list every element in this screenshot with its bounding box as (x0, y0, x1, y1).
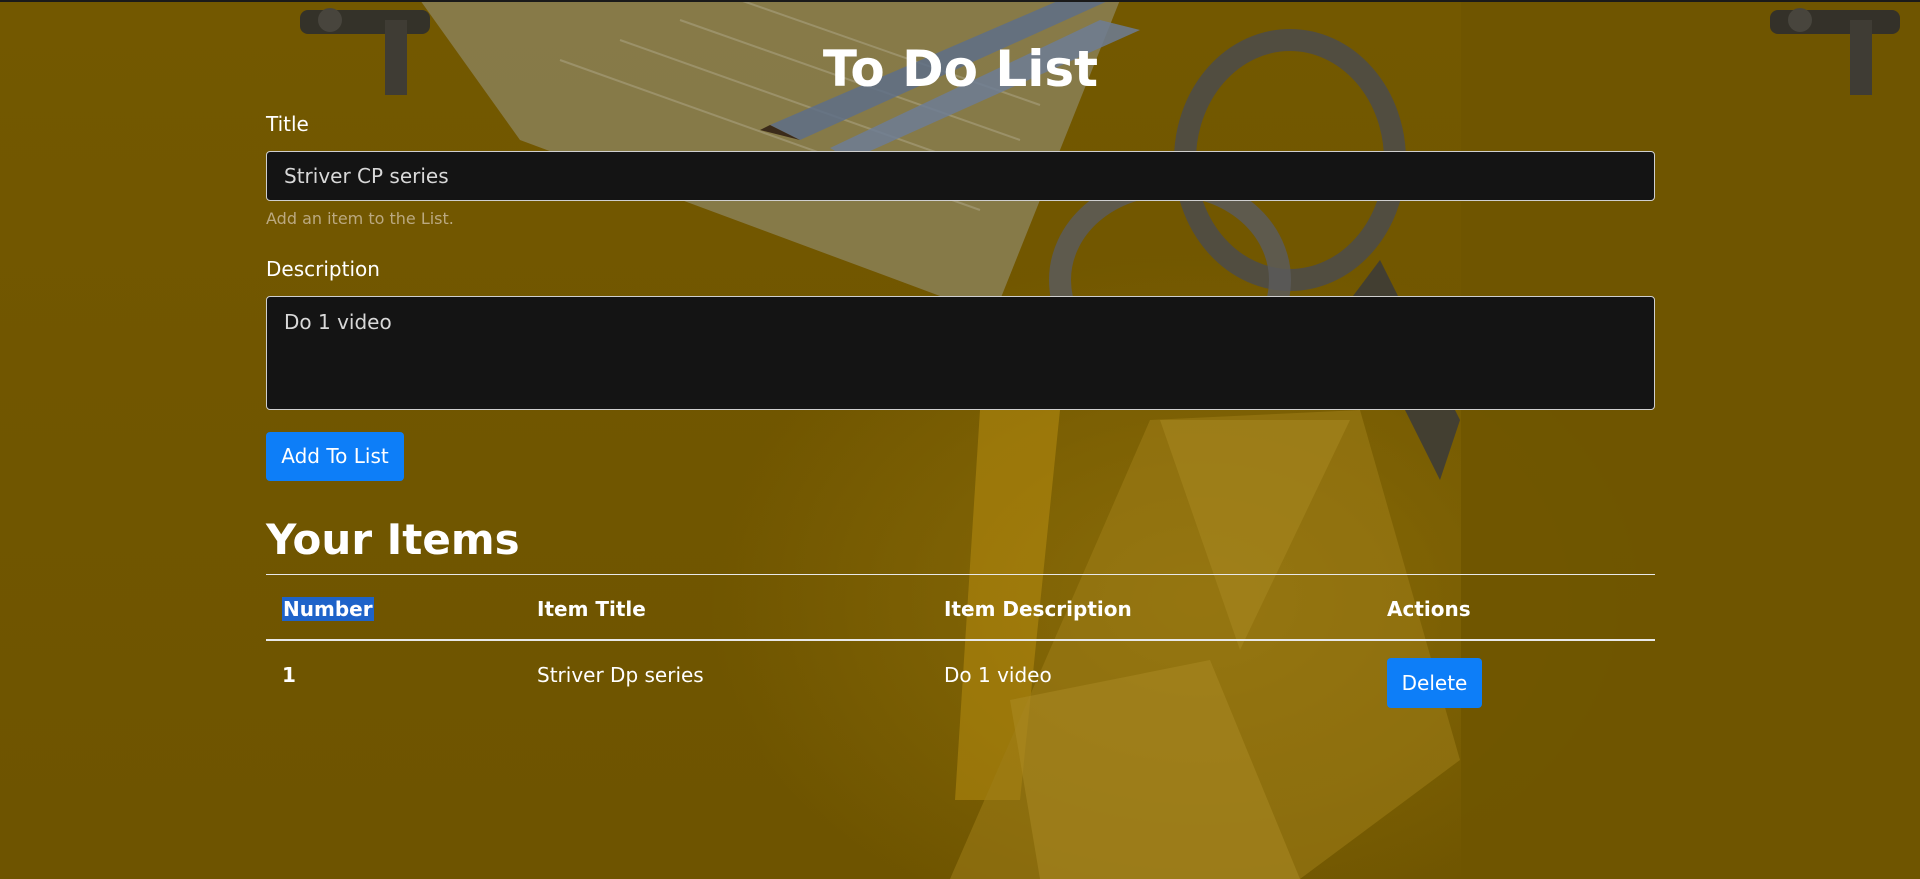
table-top-border (266, 574, 1655, 575)
your-items-heading: Your Items (266, 515, 520, 564)
add-to-list-button[interactable]: Add To List (266, 432, 404, 481)
title-help-text: Add an item to the List. (266, 209, 454, 228)
row-item-title: Striver Dp series (537, 663, 704, 687)
column-header-item-description: Item Description (944, 597, 1132, 621)
row-item-description: Do 1 video (944, 663, 1052, 687)
column-header-item-title: Item Title (537, 597, 646, 621)
column-header-number: Number (282, 596, 374, 622)
title-label: Title (266, 112, 309, 136)
window-top-border (0, 0, 1920, 2)
page-title: To Do List (822, 40, 1099, 98)
description-textarea[interactable]: Do 1 video (266, 296, 1655, 410)
description-label: Description (266, 257, 380, 281)
selected-header-text: Number (282, 597, 374, 621)
column-header-actions: Actions (1387, 597, 1471, 621)
row-number: 1 (282, 663, 296, 687)
delete-button[interactable]: Delete (1387, 658, 1482, 708)
title-input[interactable]: Striver CP series (266, 151, 1655, 201)
table-header-border (266, 639, 1655, 641)
